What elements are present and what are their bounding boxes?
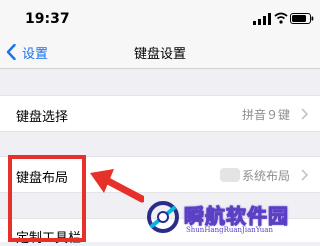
status-bar: 19:37: [0, 0, 320, 34]
keyboard-select-label: 键盘选择: [16, 110, 69, 125]
signal-icon: [253, 13, 271, 25]
page-title: 键盘设置: [133, 47, 186, 62]
wifi-icon: [274, 12, 288, 24]
battery-icon: [290, 13, 314, 24]
watermark: 瞬航软件园 ShunHangRuanJianYuan: [146, 200, 320, 242]
watermark-logo-icon: [147, 201, 179, 233]
highlight-box: [8, 155, 86, 242]
keyboard-select-value: 拼音９键: [241, 108, 290, 122]
status-time: 19:37: [25, 11, 70, 27]
navigation-bar: 设置 键盘设置: [0, 34, 320, 69]
keyboard-layout-value: 系统布局: [241, 169, 290, 183]
keyboard-select-row[interactable]: 键盘选择 拼音９键: [0, 95, 320, 132]
blurred-region: [220, 168, 240, 182]
chevron-right-icon: [301, 169, 308, 181]
chevron-right-icon: [301, 108, 308, 120]
watermark-title: 瞬航软件园: [184, 204, 289, 229]
arrow-pointer-icon: [90, 169, 144, 203]
watermark-subtitle: ShunHangRuanJianYuan: [186, 226, 273, 234]
